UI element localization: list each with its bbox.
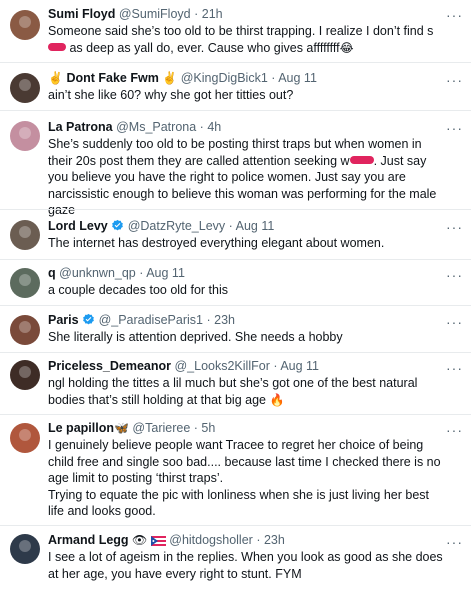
separator-dot: · [199, 120, 204, 134]
timestamp[interactable]: 23h [264, 533, 285, 547]
butterfly-emoji: 🦋 [113, 421, 129, 435]
avatar[interactable] [10, 121, 40, 151]
tweet[interactable]: Sumi Floyd @SumiFloyd · 21h Someone said… [0, 0, 471, 62]
more-options-icon[interactable]: ··· [446, 121, 463, 135]
redaction-mark [349, 155, 374, 164]
display-name[interactable]: Sumi Floyd [48, 7, 115, 21]
display-name[interactable]: Lord Levy [48, 219, 108, 233]
eye-emoji: 👁 [132, 533, 148, 547]
user-handle[interactable]: @Tarieree [132, 421, 190, 435]
user-handle[interactable]: @Ms_Patrona [116, 120, 196, 134]
puerto-rico-flag-icon [150, 536, 166, 546]
tweet-text-continued: Trying to equate the pic with lonliness … [48, 487, 429, 519]
timestamp[interactable]: Aug 11 [278, 71, 317, 85]
separator-dot: · [256, 533, 261, 547]
separator-dot: · [194, 7, 199, 21]
display-name[interactable]: q [48, 266, 56, 280]
tweet-text: I genuinely believe people want Tracee t… [48, 438, 441, 485]
reply-feed: Sumi Floyd @SumiFloyd · 21h Someone said… [0, 0, 471, 600]
display-name[interactable]: La Patrona [48, 120, 113, 134]
more-options-icon[interactable]: ··· [446, 73, 463, 87]
laughing-emoji: 😂 [339, 40, 354, 55]
separator-dot: · [271, 71, 276, 85]
tweet[interactable]: Armand Legg 👁 @hitdogsholler · 23h I see… [0, 525, 471, 600]
avatar[interactable] [10, 73, 40, 103]
fire-emoji: 🔥 [269, 392, 285, 407]
avatar[interactable] [10, 315, 40, 345]
separator-dot: · [139, 266, 144, 280]
display-name[interactable]: Le papillon [48, 421, 114, 435]
tweet-text: ain’t she like 60? why she got her titti… [48, 88, 294, 102]
tweet-text: She’s suddenly too old to be posting thi… [48, 137, 437, 217]
display-name[interactable]: Armand Legg [48, 533, 129, 547]
avatar[interactable] [10, 10, 40, 40]
victory-hand-emoji: ✌️ [48, 71, 63, 85]
tweet-text: I see a lot of ageism in the replies. Wh… [48, 550, 443, 581]
tweet[interactable]: Le papillon🦋 @Tarieree · 5h I genuinely … [0, 414, 471, 525]
more-options-icon[interactable]: ··· [446, 8, 463, 22]
verified-badge-icon [83, 313, 94, 325]
victory-hand-emoji: ✌️ [162, 71, 178, 85]
display-name[interactable]: Priceless_Demeanor [48, 359, 171, 373]
timestamp[interactable]: 21h [202, 7, 223, 21]
avatar[interactable] [10, 534, 40, 564]
timestamp[interactable]: 4h [207, 120, 221, 134]
more-options-icon[interactable]: ··· [446, 268, 463, 282]
separator-dot: · [206, 313, 211, 327]
user-handle[interactable]: @hitdogsholler [169, 533, 253, 547]
avatar[interactable] [10, 220, 40, 250]
more-options-icon[interactable]: ··· [446, 315, 463, 329]
timestamp[interactable]: Aug 11 [146, 266, 185, 280]
user-handle[interactable]: @_Looks2KillFor [174, 359, 269, 373]
more-options-icon[interactable]: ··· [446, 423, 463, 437]
tweet-text: a couple decades too old for this [48, 283, 228, 297]
tweet[interactable]: La Patrona @Ms_Patrona · 4h She’s sudden… [0, 110, 471, 217]
user-handle[interactable]: @unknwn_qp [59, 266, 136, 280]
user-handle[interactable]: @_ParadiseParis1 [99, 313, 203, 327]
tweet[interactable]: Priceless_Demeanor @_Looks2KillFor · Aug… [0, 352, 471, 414]
user-handle[interactable]: @DatzRyte_Levy [128, 219, 225, 233]
tweet[interactable]: ✌️ Dont Fake Fwm ✌️ @KingDigBick1 · Aug … [0, 62, 471, 110]
tweet[interactable]: Paris @_ParadiseParis1 · 23h She literal… [0, 305, 471, 352]
more-options-icon[interactable]: ··· [446, 535, 463, 549]
more-options-icon[interactable]: ··· [446, 220, 463, 234]
timestamp[interactable]: Aug 11 [236, 219, 275, 233]
timestamp[interactable]: 5h [201, 421, 215, 435]
verified-badge-icon [112, 219, 124, 231]
avatar[interactable] [10, 360, 40, 390]
separator-dot: · [273, 359, 278, 373]
tweet-text: Someone said she’s too old to be thirst … [48, 24, 434, 55]
timestamp[interactable]: Aug 11 [280, 359, 319, 373]
separator-dot: · [193, 421, 198, 435]
tweet[interactable]: q @unknwn_qp · Aug 11 a couple decades t… [0, 259, 471, 305]
more-options-icon[interactable]: ··· [446, 361, 463, 375]
redaction-mark [48, 42, 66, 51]
display-name[interactable]: Paris [48, 313, 79, 327]
avatar[interactable] [10, 423, 40, 453]
separator-dot: · [228, 219, 233, 233]
tweet-text: The internet has destroyed everything el… [48, 236, 385, 250]
user-handle[interactable]: @SumiFloyd [119, 7, 191, 21]
tweet-text: ngl holding the tittes a lil much but sh… [48, 376, 418, 407]
timestamp[interactable]: 23h [214, 313, 235, 327]
display-name[interactable]: Dont Fake Fwm [66, 71, 158, 85]
avatar[interactable] [10, 268, 40, 298]
user-handle[interactable]: @KingDigBick1 [181, 71, 268, 85]
tweet-text: She literally is attention deprived. She… [48, 330, 343, 344]
tweet[interactable]: Lord Levy @DatzRyte_Levy · Aug 11 The in… [0, 209, 471, 259]
